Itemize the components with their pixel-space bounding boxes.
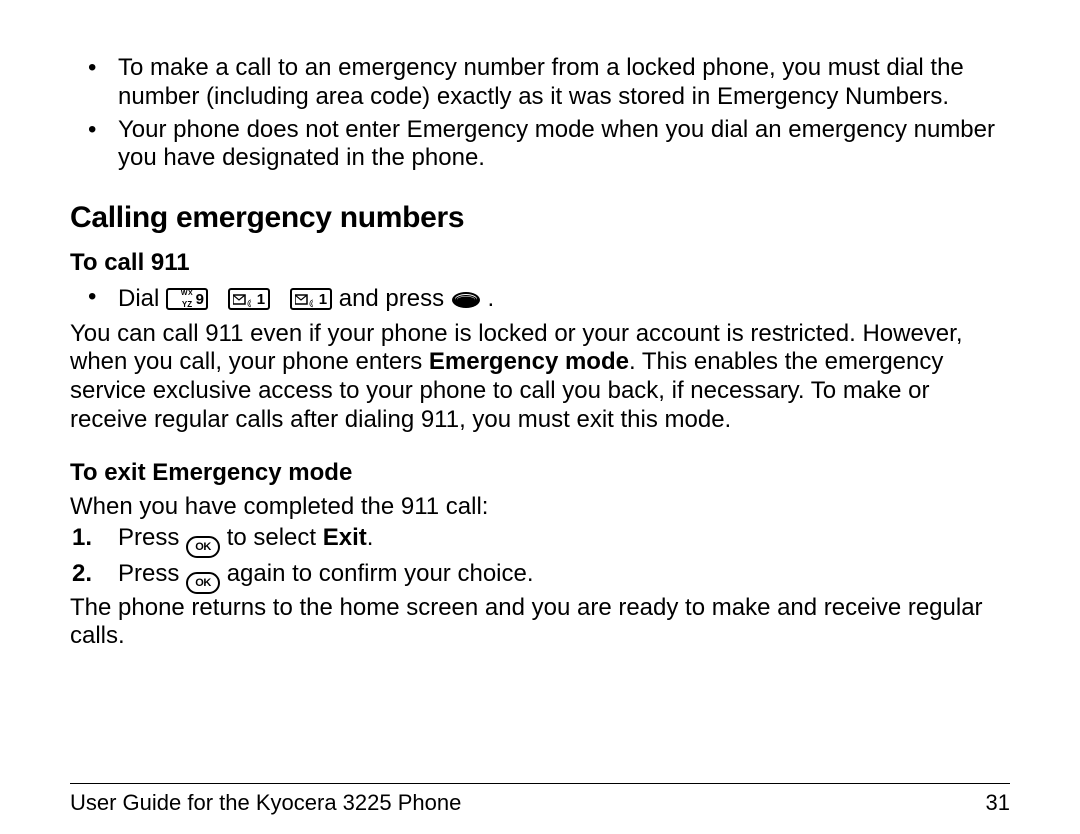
dial-instruction-list: Dial WXYZ9 @ 1 @ 1 and press <box>70 283 1010 315</box>
emergency-mode-bold: Emergency mode <box>429 348 629 375</box>
page-number: 31 <box>986 790 1010 816</box>
ok-key-icon: OK <box>186 572 220 594</box>
text: Press <box>118 524 186 551</box>
heading-to-exit: To exit Emergency mode <box>70 459 1010 487</box>
list-item: Press OK again to confirm your choice. <box>70 558 1010 594</box>
exit-outro: The phone returns to the home screen and… <box>70 594 1010 652</box>
text: . <box>487 285 494 312</box>
exit-bold: Exit <box>323 524 367 551</box>
text: and press <box>339 285 451 312</box>
page: To make a call to an emergency number fr… <box>0 0 1080 834</box>
key-1-icon: @ 1 <box>290 288 332 310</box>
list-item: Press OK to select Exit. <box>70 522 1010 558</box>
send-key-icon <box>451 286 481 304</box>
text: . <box>367 524 374 551</box>
svg-text:@: @ <box>309 298 313 308</box>
text: Dial <box>118 285 166 312</box>
exit-steps-list: Press OK to select Exit. Press OK again … <box>70 522 1010 594</box>
key-9-icon: WXYZ9 <box>166 288 208 310</box>
key-1-icon: @ 1 <box>228 288 270 310</box>
heading-to-call-911: To call 911 <box>70 249 1010 277</box>
heading-calling-emergency: Calling emergency numbers <box>70 201 1010 235</box>
exit-intro: When you have completed the 911 call: <box>70 493 1010 522</box>
text: to select <box>227 524 323 551</box>
footer-title: User Guide for the Kyocera 3225 Phone <box>70 790 461 816</box>
intro-bullet-list: To make a call to an emergency number fr… <box>70 54 1010 173</box>
svg-text:@: @ <box>247 298 251 308</box>
ok-key-icon: OK <box>186 536 220 558</box>
text: again to confirm your choice. <box>227 560 534 587</box>
list-item: Dial WXYZ9 @ 1 @ 1 and press <box>70 283 1010 315</box>
page-footer: User Guide for the Kyocera 3225 Phone 31 <box>70 783 1010 816</box>
list-item: To make a call to an emergency number fr… <box>70 54 1010 112</box>
emergency-mode-paragraph: You can call 911 even if your phone is l… <box>70 320 1010 435</box>
list-item: Your phone does not enter Emergency mode… <box>70 116 1010 174</box>
text: Press <box>118 560 186 587</box>
